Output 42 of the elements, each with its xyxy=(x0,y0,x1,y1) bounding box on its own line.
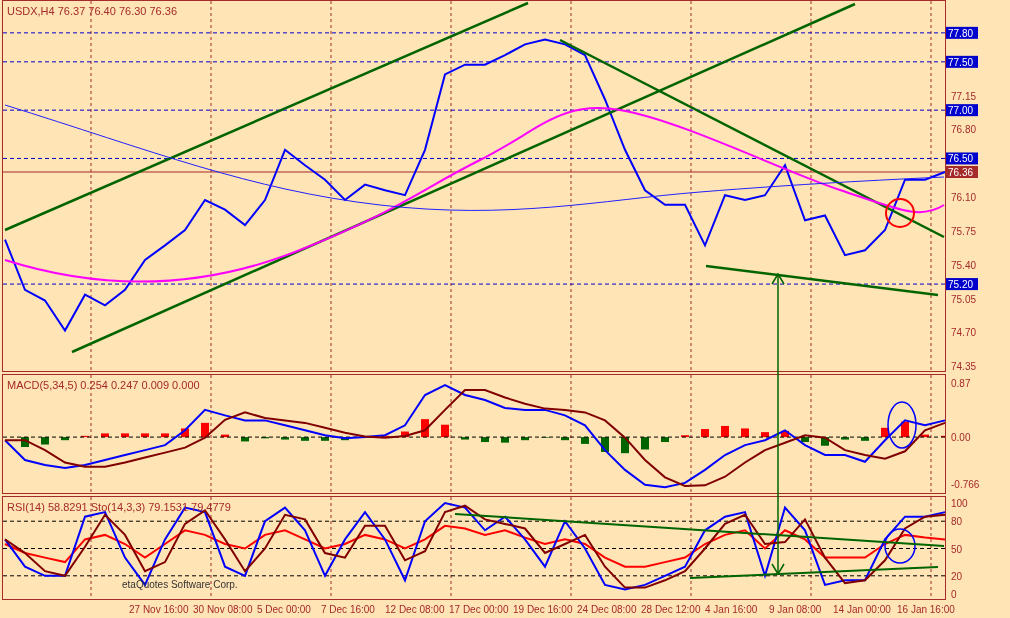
time-axis-label: 12 Dec 08:00 xyxy=(385,604,445,615)
time-axis-label: 16 Jan 16:00 xyxy=(897,604,955,615)
price-level-label: 76.50 xyxy=(946,152,978,165)
axis-label: 77.15 xyxy=(951,90,977,102)
indicator-title: RSI(14) 58.8291 Sto(14,3,3) 79.1531 79.4779 xyxy=(7,501,231,513)
indicator-title: MACD(5,34,5) 0.254 0.247 0.009 0.000 xyxy=(7,379,200,391)
axis-label: 0 xyxy=(951,589,957,600)
price-level-label: 77.00 xyxy=(946,104,978,117)
axis-label: 76.10 xyxy=(951,192,977,204)
time-axis-label: 4 Jan 16:00 xyxy=(705,604,758,615)
axis-label: 75.05 xyxy=(951,293,977,305)
time-axis-label: 30 Nov 08:00 xyxy=(193,604,253,615)
ref-line-label: 77.50 xyxy=(948,56,974,68)
time-axis-label: 5 Dec 00:00 xyxy=(257,604,311,615)
ref-line-label: 76.36 xyxy=(948,166,974,178)
axis-label: 20 xyxy=(951,570,963,582)
ref-line-label: 76.50 xyxy=(948,153,974,165)
axis-label: 100 xyxy=(951,498,968,509)
ref-line-label: 77.00 xyxy=(948,105,974,117)
time-axis-label: 19 Dec 16:00 xyxy=(513,604,573,615)
axis-label: 50 xyxy=(951,543,963,555)
time-axis-label: 17 Dec 00:00 xyxy=(449,604,509,615)
time-axis-label: 9 Jan 08:00 xyxy=(769,604,822,615)
price-level-label: 75.20 xyxy=(946,278,978,291)
ref-line-label: 75.20 xyxy=(948,279,974,291)
axis-label: 74.70 xyxy=(951,327,977,339)
time-axis-label: 27 Nov 16:00 xyxy=(129,604,189,615)
axis-label: -0.766 xyxy=(951,479,980,491)
axis-label: 74.35 xyxy=(951,361,977,372)
axis-label: 76.80 xyxy=(951,124,977,136)
time-axis-label: 7 Dec 16:00 xyxy=(321,604,375,615)
time-axis-label: 28 Dec 12:00 xyxy=(641,604,701,615)
time-axis-label: 14 Jan 00:00 xyxy=(833,604,891,615)
axis-label: 0.87 xyxy=(951,378,971,390)
axis-label: 0.00 xyxy=(951,432,971,444)
chart-title: USDX,H4 76.37 76.40 76.30 76.36 xyxy=(7,5,177,17)
time-axis-label: 24 Dec 08:00 xyxy=(577,604,637,615)
copyright-text: etaQuotes Software Corp. xyxy=(122,579,238,590)
axis-label: 75.40 xyxy=(951,259,977,271)
axis-label: 75.75 xyxy=(951,225,977,237)
ref-line-label: 77.80 xyxy=(948,27,974,39)
axis-label: 80 xyxy=(951,516,963,528)
